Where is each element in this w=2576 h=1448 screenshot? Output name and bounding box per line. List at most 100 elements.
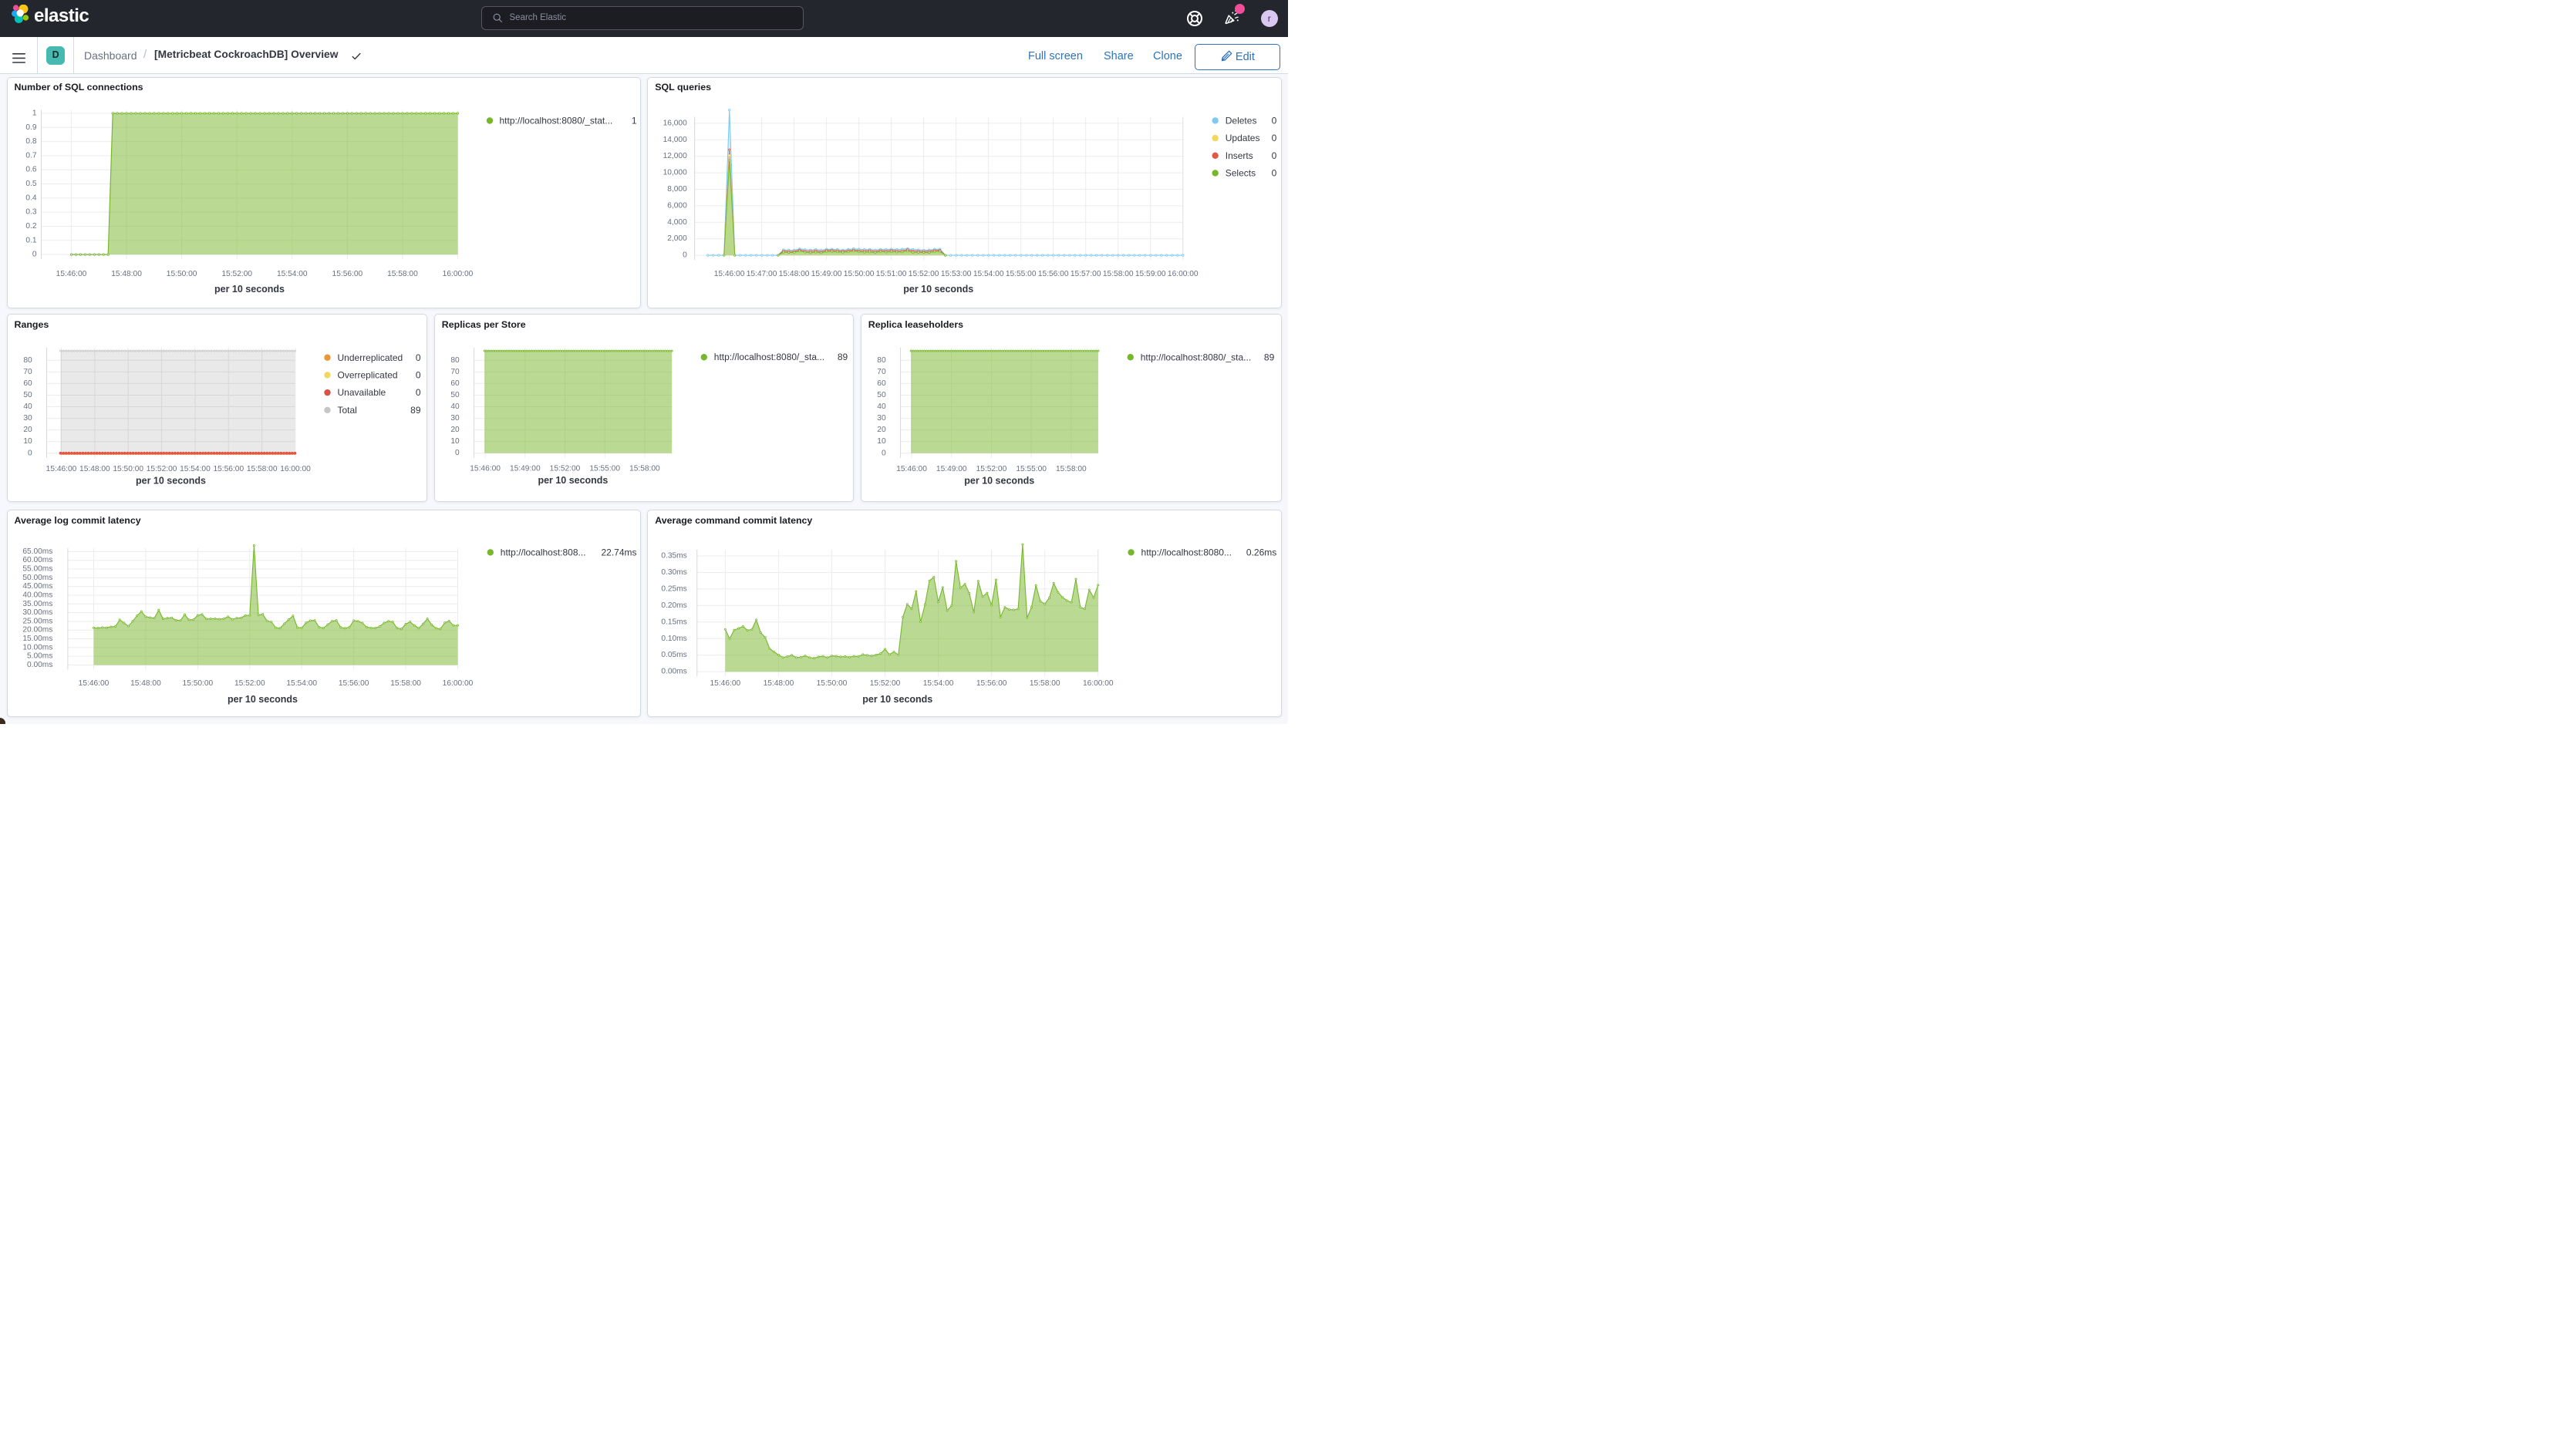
svg-text:4,000: 4,000 [668,217,688,226]
svg-text:15:54:00: 15:54:00 [276,270,307,278]
svg-text:15:50:00: 15:50:00 [817,679,848,688]
svg-text:15:58:00: 15:58:00 [387,270,418,278]
svg-text:15:58:00: 15:58:00 [1030,679,1060,688]
svg-text:89: 89 [410,405,421,416]
svg-text:per 10 seconds: per 10 seconds [903,284,973,295]
svg-text:15:46:00: 15:46:00 [896,465,927,473]
svg-text:0.26ms: 0.26ms [1246,547,1276,557]
svg-text:http://localhost:808...: http://localhost:808... [500,547,585,557]
svg-text:10,000: 10,000 [663,168,687,177]
svg-text:15:59:00: 15:59:00 [1135,270,1166,278]
svg-text:0.3: 0.3 [25,207,36,216]
svg-text:0: 0 [1272,133,1277,143]
svg-text:http://localhost:8080/_stat...: http://localhost:8080/_stat... [499,115,612,126]
svg-text:per 10 seconds: per 10 seconds [227,694,297,705]
svg-text:Updates: Updates [1226,133,1260,143]
svg-text:Total: Total [337,405,356,416]
svg-text:15:52:00: 15:52:00 [909,270,939,278]
svg-text:15.00ms: 15.00ms [22,635,52,643]
svg-text:50: 50 [450,391,460,399]
svg-text:40: 40 [23,402,32,411]
svg-text:0.8: 0.8 [25,137,36,146]
svg-text:16:00:00: 16:00:00 [442,679,473,688]
svg-text:16:00:00: 16:00:00 [1083,679,1114,688]
svg-text:15:56:00: 15:56:00 [976,679,1007,688]
svg-text:0.00ms: 0.00ms [662,668,687,676]
svg-text:40: 40 [450,402,460,411]
svg-text:per 10 seconds: per 10 seconds [862,694,932,705]
svg-text:15:54:00: 15:54:00 [180,465,211,473]
svg-text:16,000: 16,000 [663,119,687,127]
svg-text:15:56:00: 15:56:00 [213,465,244,473]
svg-text:15:50:00: 15:50:00 [113,465,143,473]
svg-text:15:47:00: 15:47:00 [747,270,777,278]
svg-text:0.25ms: 0.25ms [662,584,687,593]
svg-text:0: 0 [415,387,420,398]
svg-text:10: 10 [23,437,32,446]
svg-text:0.35ms: 0.35ms [662,552,687,561]
svg-text:15:48:00: 15:48:00 [111,270,142,278]
svg-text:65.00ms: 65.00ms [22,547,52,556]
svg-text:15:46:00: 15:46:00 [56,270,86,278]
svg-text:15:46:00: 15:46:00 [78,679,109,688]
svg-text:10.00ms: 10.00ms [22,643,52,652]
svg-text:0: 0 [28,450,32,458]
svg-text:15:46:00: 15:46:00 [714,270,745,278]
svg-text:60: 60 [23,379,32,388]
svg-text:70: 70 [23,368,32,376]
svg-text:5.00ms: 5.00ms [26,652,52,661]
svg-text:20: 20 [23,426,32,434]
svg-text:0: 0 [32,250,36,258]
svg-text:40.00ms: 40.00ms [22,591,52,599]
svg-text:http://localhost:8080/_sta...: http://localhost:8080/_sta... [1141,352,1251,363]
svg-text:15:57:00: 15:57:00 [1071,270,1101,278]
svg-text:15:52:00: 15:52:00 [146,465,177,473]
svg-text:15:48:00: 15:48:00 [764,679,794,688]
svg-text:15:56:00: 15:56:00 [1038,270,1069,278]
svg-text:50: 50 [877,391,886,399]
svg-text:16:00:00: 16:00:00 [280,465,311,473]
svg-text:15:56:00: 15:56:00 [332,270,362,278]
svg-text:1: 1 [32,109,36,117]
svg-text:15:58:00: 15:58:00 [390,679,421,688]
svg-text:0.7: 0.7 [25,151,36,160]
svg-text:per 10 seconds: per 10 seconds [214,284,284,295]
svg-text:15:50:00: 15:50:00 [844,270,875,278]
svg-text:30: 30 [450,414,460,423]
svg-text:45.00ms: 45.00ms [22,582,52,591]
svg-text:55.00ms: 55.00ms [22,565,52,574]
svg-text:0.15ms: 0.15ms [662,618,687,626]
svg-text:0: 0 [1272,150,1277,160]
svg-text:0.05ms: 0.05ms [662,651,687,659]
svg-text:15:49:00: 15:49:00 [936,465,967,473]
svg-text:30: 30 [877,414,886,423]
svg-text:8,000: 8,000 [668,185,688,194]
svg-text:60: 60 [877,379,886,388]
svg-text:15:52:00: 15:52:00 [221,270,252,278]
svg-text:60: 60 [450,379,460,388]
svg-text:2,000: 2,000 [668,234,688,243]
svg-text:80: 80 [450,356,460,365]
svg-text:0: 0 [882,450,886,458]
svg-text:http://localhost:8080...: http://localhost:8080... [1141,547,1232,557]
svg-text:per 10 seconds: per 10 seconds [964,476,1034,487]
svg-text:0: 0 [415,352,420,363]
svg-text:15:56:00: 15:56:00 [338,679,369,688]
svg-text:15:49:00: 15:49:00 [510,465,541,473]
svg-text:0.00ms: 0.00ms [26,661,52,669]
svg-text:15:48:00: 15:48:00 [779,270,810,278]
svg-text:30.00ms: 30.00ms [22,608,52,617]
svg-text:15:48:00: 15:48:00 [130,679,161,688]
svg-text:70: 70 [450,368,460,376]
svg-text:80: 80 [877,356,886,365]
svg-text:15:55:00: 15:55:00 [589,465,620,473]
svg-text:12,000: 12,000 [663,152,687,160]
svg-text:15:58:00: 15:58:00 [1056,465,1087,473]
svg-text:89: 89 [1264,352,1275,363]
svg-text:50: 50 [23,391,32,399]
svg-text:Underreplicated: Underreplicated [337,352,403,363]
svg-text:15:49:00: 15:49:00 [811,270,842,278]
svg-text:15:58:00: 15:58:00 [246,465,277,473]
svg-text:Deletes: Deletes [1226,115,1257,126]
svg-text:15:52:00: 15:52:00 [976,465,1006,473]
